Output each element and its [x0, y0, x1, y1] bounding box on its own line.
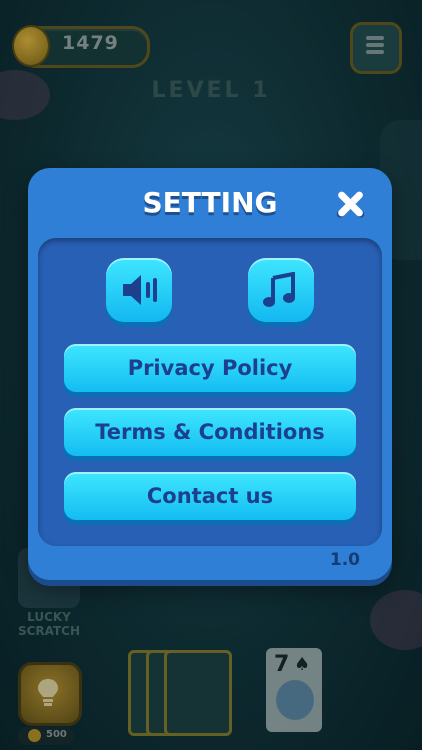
terms-conditions-button[interactable]: Terms & Conditions: [64, 408, 356, 456]
settings-panel: Privacy Policy Terms & Conditions Contac…: [38, 238, 382, 546]
contact-us-button[interactable]: Contact us: [64, 472, 356, 520]
music-note-icon: [263, 272, 295, 307]
version-label: 1.0: [329, 550, 360, 570]
speaker-icon: [123, 275, 157, 305]
music-toggle-button[interactable]: [248, 258, 314, 322]
settings-dialog: SETTING Privacy Policy Terms & Condition…: [28, 168, 392, 580]
close-icon[interactable]: [334, 188, 366, 220]
sound-toggle-button[interactable]: [106, 258, 172, 322]
privacy-policy-button[interactable]: Privacy Policy: [64, 344, 356, 392]
